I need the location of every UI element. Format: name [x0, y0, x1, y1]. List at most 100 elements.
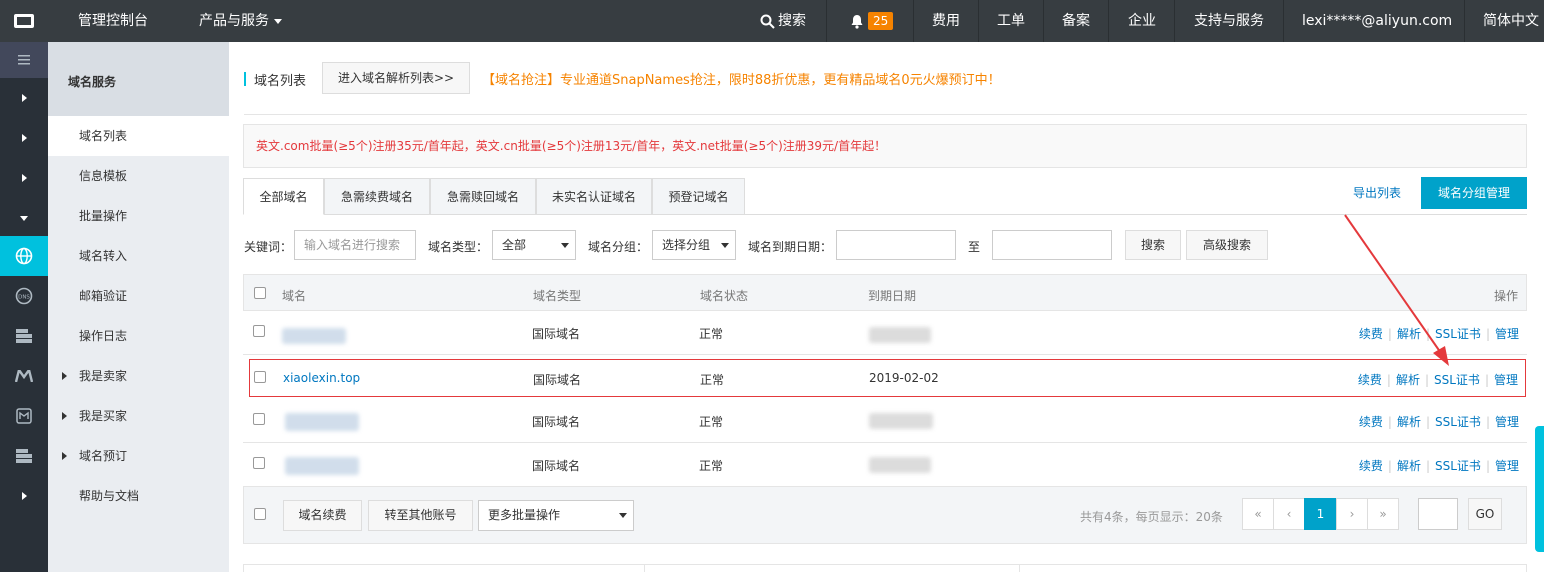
sidebar-item-reserve[interactable]: 域名预订	[48, 436, 229, 476]
ssl-cert-link[interactable]: SSL证书	[1435, 327, 1481, 341]
row-checkbox[interactable]	[253, 413, 265, 425]
expiry-start-input[interactable]	[836, 230, 956, 260]
sidebar-item-batch-ops[interactable]: 批量操作	[48, 196, 229, 236]
renew-link[interactable]: 续费	[1358, 373, 1382, 387]
renew-link[interactable]: 续费	[1359, 459, 1383, 473]
dns-resolve-link[interactable]: 解析	[1397, 327, 1421, 341]
dns-resolve-link[interactable]: 解析	[1396, 373, 1420, 387]
notification-count-badge: 25	[868, 12, 894, 30]
select-all-checkbox[interactable]	[254, 287, 266, 299]
batch-renew-button[interactable]: 域名续费	[283, 500, 362, 531]
search-button[interactable]: 搜索	[1125, 230, 1181, 260]
sidebar-item-email-verify[interactable]: 邮箱验证	[48, 276, 229, 316]
domain-group-label: 域名分组：	[588, 240, 649, 254]
dns-list-button[interactable]: 进入域名解析列表>>	[322, 62, 470, 94]
group-manage-button[interactable]: 域名分组管理	[1421, 177, 1527, 209]
domain-type-select[interactable]: 全部	[492, 230, 576, 260]
pagination-summary: 共有4条，每页显示：20条	[1080, 510, 1223, 524]
dns-resolve-link[interactable]: 解析	[1397, 459, 1421, 473]
date-range-to-label: 至	[968, 240, 981, 254]
expand-arrow-icon[interactable]	[0, 118, 48, 158]
col-domain: 域名	[282, 289, 307, 303]
next-page-button[interactable]: ›	[1336, 498, 1368, 530]
sidebar-item-help-docs[interactable]: 帮助与文档	[48, 476, 229, 516]
server-icon[interactable]	[0, 436, 48, 476]
monitor-icon[interactable]	[0, 396, 48, 436]
go-button[interactable]: GO	[1468, 498, 1502, 530]
tab-all-domains[interactable]: 全部域名	[243, 178, 324, 215]
server-icon[interactable]	[0, 316, 48, 356]
page-jump-input[interactable]	[1418, 498, 1458, 530]
m-brand-icon[interactable]	[0, 356, 48, 396]
snapnames-promo-link[interactable]: 【域名抢注】专业通道SnapNames抢注，限时88折优惠，更有精品域名0元火爆…	[482, 69, 1001, 88]
domain-type: 国际域名	[532, 415, 581, 429]
first-page-button[interactable]: «	[1242, 498, 1274, 530]
collapse-arrow-icon[interactable]	[0, 198, 48, 238]
ssl-cert-link[interactable]: SSL证书	[1435, 459, 1481, 473]
icp-link[interactable]: 备案	[1062, 0, 1090, 42]
language-switch[interactable]: 简体中文	[1483, 0, 1539, 42]
select-all-checkbox[interactable]	[254, 508, 266, 520]
expand-arrow-icon	[62, 452, 67, 460]
ssl-cert-link[interactable]: SSL证书	[1435, 415, 1481, 429]
ssl-cert-link[interactable]: SSL证书	[1434, 373, 1480, 387]
tab-redeem-urgent[interactable]: 急需赎回域名	[430, 178, 536, 215]
row-checkbox[interactable]	[253, 325, 265, 337]
manage-link[interactable]: 管理	[1494, 373, 1518, 387]
tab-pre-registration[interactable]: 预登记域名	[652, 178, 745, 215]
console-link[interactable]: 管理控制台	[78, 0, 148, 42]
row-actions: 续费 | 解析 | SSL证书 | 管理	[1357, 373, 1518, 387]
search-link[interactable]: 搜索	[760, 0, 806, 42]
menu-toggle-icon[interactable]	[0, 42, 48, 78]
row-checkbox[interactable]	[254, 371, 266, 383]
table-header: 域名 域名类型 域名状态 到期日期 操作	[243, 274, 1527, 311]
chevron-down-icon	[721, 243, 729, 248]
prev-page-button[interactable]: ‹	[1273, 498, 1305, 530]
user-account-menu[interactable]: lexi*****@aliyun.com	[1302, 0, 1452, 42]
sidebar-item-info-template[interactable]: 信息模板	[48, 156, 229, 196]
tab-unverified[interactable]: 未实名认证域名	[536, 178, 652, 215]
enterprise-link[interactable]: 企业	[1128, 0, 1156, 42]
advanced-search-button[interactable]: 高级搜索	[1186, 230, 1268, 260]
divider	[1043, 0, 1044, 42]
renew-link[interactable]: 续费	[1359, 415, 1383, 429]
globe-domain-icon[interactable]	[0, 236, 48, 276]
sidebar-item-transfer-in[interactable]: 域名转入	[48, 236, 229, 276]
row-actions: 续费 | 解析 | SSL证书 | 管理	[1358, 459, 1519, 473]
dns-resolve-link[interactable]: 解析	[1397, 415, 1421, 429]
domain-name-link[interactable]: xiaolexin.top	[283, 371, 360, 385]
row-checkbox[interactable]	[253, 457, 265, 469]
ticket-link[interactable]: 工单	[997, 0, 1025, 42]
aliyun-logo-icon[interactable]	[0, 0, 48, 42]
divider	[978, 0, 979, 42]
page-1-button[interactable]: 1	[1304, 498, 1337, 530]
more-batch-ops-select[interactable]: 更多批量操作	[478, 500, 634, 531]
expiry-end-input[interactable]	[992, 230, 1112, 260]
manage-link[interactable]: 管理	[1495, 327, 1519, 341]
sidebar-item-seller[interactable]: 我是卖家	[48, 356, 229, 396]
expand-arrow-icon[interactable]	[0, 78, 48, 118]
sidebar-item-operation-log[interactable]: 操作日志	[48, 316, 229, 356]
chevron-down-icon	[619, 513, 627, 518]
manage-link[interactable]: 管理	[1495, 459, 1519, 473]
expand-arrow-icon[interactable]	[0, 158, 48, 198]
manage-link[interactable]: 管理	[1495, 415, 1519, 429]
domain-group-select[interactable]: 选择分组	[652, 230, 736, 260]
transfer-account-button[interactable]: 转至其他账号	[368, 500, 473, 531]
last-page-button[interactable]: »	[1367, 498, 1399, 530]
feedback-side-tab[interactable]	[1535, 426, 1544, 552]
sidebar-item-buyer[interactable]: 我是买家	[48, 396, 229, 436]
keyword-input[interactable]: 输入域名进行搜索	[294, 230, 416, 260]
sidebar-item-label: 我是卖家	[79, 369, 128, 383]
support-link[interactable]: 支持与服务	[1194, 0, 1264, 42]
dns-icon[interactable]: DNS	[0, 276, 48, 316]
export-list-link[interactable]: 导出列表	[1353, 184, 1401, 201]
products-menu[interactable]: 产品与服务	[199, 0, 282, 42]
sidebar-item-domain-list[interactable]: 域名列表	[48, 116, 229, 156]
billing-link[interactable]: 费用	[932, 0, 960, 42]
notifications-button[interactable]: 25	[850, 0, 894, 42]
search-icon	[760, 14, 775, 29]
tab-renew-urgent[interactable]: 急需续费域名	[324, 178, 430, 215]
renew-link[interactable]: 续费	[1359, 327, 1383, 341]
expand-arrow-icon[interactable]	[0, 476, 48, 516]
